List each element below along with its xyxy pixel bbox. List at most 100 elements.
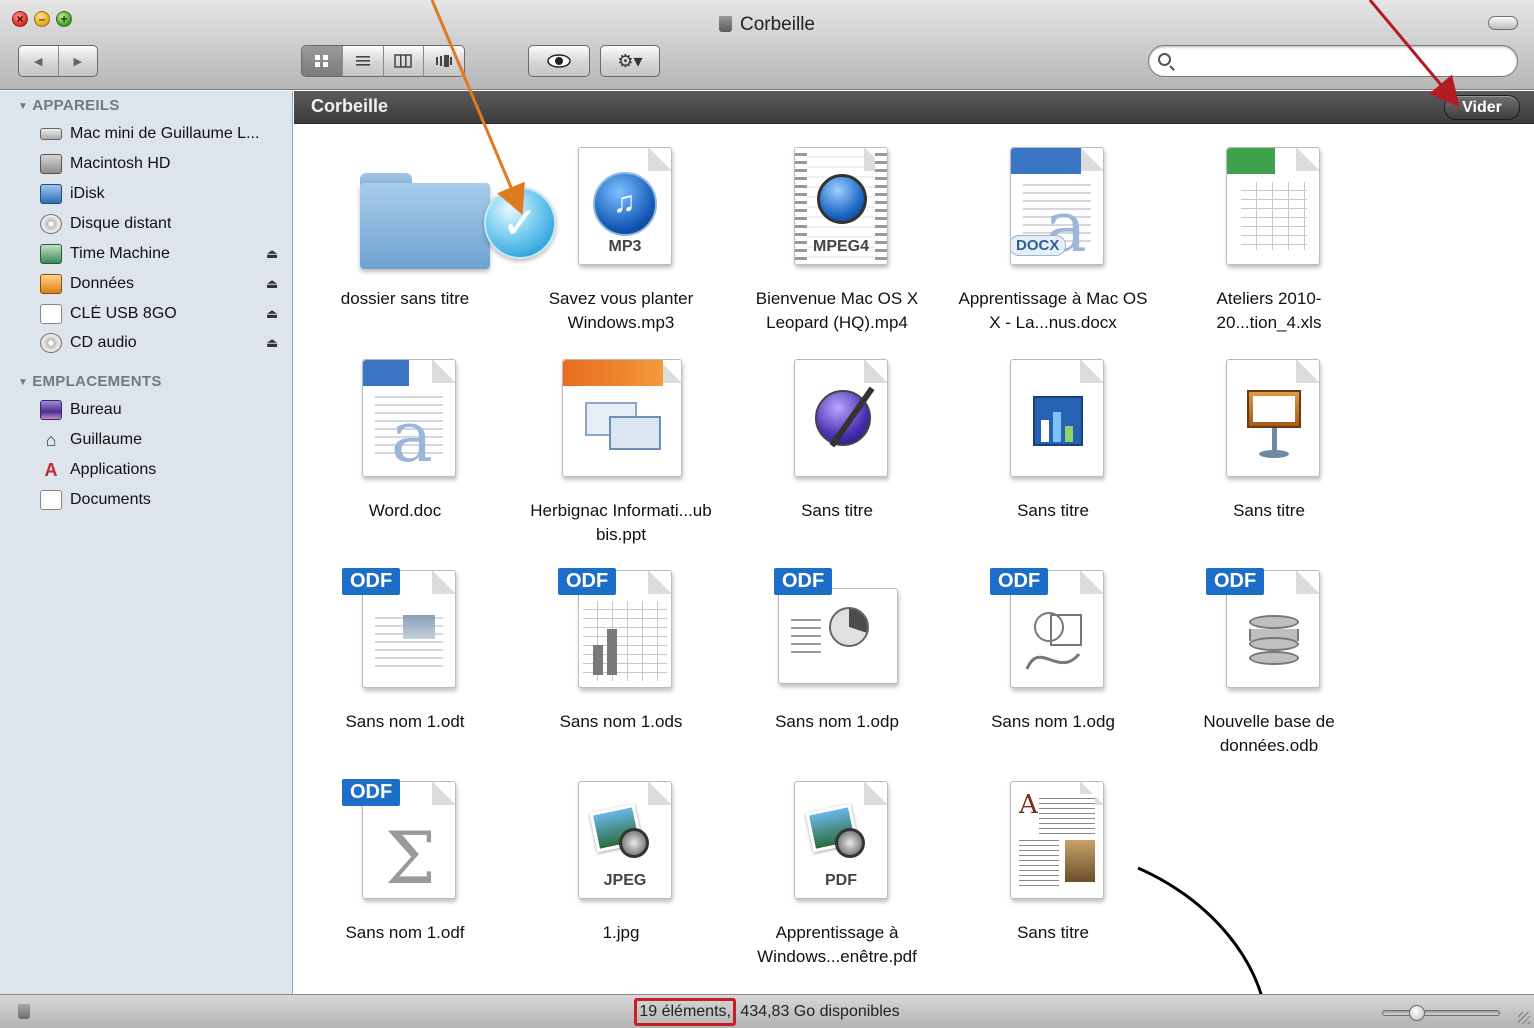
odf-badge: ODF	[1206, 568, 1265, 595]
odp-file-icon	[778, 588, 898, 684]
icon-view-button[interactable]	[302, 46, 343, 76]
file-name: Sans nom 1.odg	[991, 712, 1115, 731]
file-item-xls[interactable]: Ateliers 2010-20...tion_4.xls	[1169, 139, 1369, 335]
sidebar-item-disque-distant[interactable]: Disque distant	[40, 210, 290, 238]
quick-look-button[interactable]	[528, 45, 590, 77]
item-count: 19 éléments,	[634, 998, 736, 1026]
status-bar: 19 éléments, 434,83 Go disponibles	[0, 994, 1534, 1028]
file-name: Word.doc	[368, 501, 442, 520]
search-input[interactable]	[1179, 50, 1509, 72]
sidebar-item-cd-audio[interactable]: CD audio ⏏	[40, 329, 290, 357]
search-field[interactable]	[1148, 45, 1518, 77]
odf-badge: ODF	[990, 568, 1049, 595]
sidebar-item-label: Guillaume	[70, 431, 143, 448]
action-menu-button[interactable]: ⚙▾	[600, 45, 660, 77]
sidebar-item-label: iDisk	[70, 185, 105, 202]
sidebar-item-label: Bureau	[70, 401, 122, 418]
file-item-numbers[interactable]: Sans titre	[953, 351, 1153, 523]
odf-badge: ODF	[342, 779, 401, 806]
forward-button[interactable]: ▶	[59, 46, 98, 76]
eject-icon[interactable]: ⏏	[266, 276, 278, 292]
file-item-keynote[interactable]: Sans titre	[1169, 351, 1369, 523]
sidebar-item-cle-usb[interactable]: CLÉ USB 8GO ⏏	[40, 300, 290, 328]
file-item-odf[interactable]: Σ ODF Sans nom 1.odf	[305, 773, 505, 945]
numbers-file-icon	[1010, 359, 1104, 477]
file-item-pages[interactable]: A Sans titre	[953, 773, 1153, 945]
eject-icon[interactable]: ⏏	[266, 335, 278, 351]
empty-trash-button[interactable]: Vider	[1444, 95, 1520, 120]
icon-size-slider[interactable]	[1382, 1005, 1500, 1021]
file-item-odt[interactable]: ODF Sans nom 1.odt	[305, 562, 505, 734]
word-docx-file-icon: a DOCX	[1010, 147, 1104, 265]
file-name: Apprentissage à Windows...enêtre.pdf	[757, 923, 917, 966]
eject-icon[interactable]: ⏏	[266, 246, 278, 262]
desktop-icon	[40, 400, 62, 420]
file-name: Nouvelle base de données.odb	[1203, 712, 1335, 755]
file-name: Sans nom 1.ods	[559, 712, 683, 731]
cd-icon	[40, 333, 62, 353]
documents-icon	[40, 490, 62, 510]
file-item-odg[interactable]: ODF Sans nom 1.odg	[953, 562, 1153, 734]
sidebar-item-bureau[interactable]: Bureau	[40, 396, 290, 424]
pen-document-icon	[794, 359, 888, 477]
keynote-file-icon	[1226, 359, 1320, 477]
odf-badge: ODF	[558, 568, 617, 595]
sidebar-item-label: CLÉ USB 8GO	[70, 305, 177, 322]
file-item-mp3[interactable]: ♫ MP3 ✓ Savez vous planter Windows.mp3	[484, 139, 721, 335]
eye-icon	[529, 46, 589, 76]
devices-section-header[interactable]: ▼ APPAREILS	[18, 97, 120, 114]
path-bar: Corbeille Vider	[294, 91, 1534, 124]
sidebar-item-label: Documents	[70, 491, 151, 508]
file-item-folder[interactable]: dossier sans titre	[305, 139, 505, 311]
eject-icon[interactable]: ⏏	[266, 306, 278, 322]
hard-drive-icon	[40, 154, 62, 174]
coverflow-view-button[interactable]	[424, 46, 464, 76]
file-item-mp4[interactable]: MPEG4 Bienvenue Mac OS X Leopard (HQ).mp…	[737, 139, 937, 335]
excel-file-icon	[1226, 147, 1320, 265]
columns-icon	[394, 54, 413, 68]
sidebar-item-idisk[interactable]: iDisk	[40, 180, 290, 208]
file-item-docx[interactable]: a DOCX Apprentissage à Mac OS X - La...n…	[953, 139, 1153, 335]
file-item-doc[interactable]: a Word.doc	[305, 351, 505, 523]
time-machine-icon	[40, 244, 62, 264]
file-item-pages-doc[interactable]: Sans titre	[737, 351, 937, 523]
file-name: Savez vous planter Windows.mp3	[548, 289, 694, 332]
sidebar-item-time-machine[interactable]: Time Machine ⏏	[40, 240, 290, 268]
file-name: 1.jpg	[602, 923, 640, 942]
resize-grip[interactable]	[1518, 1012, 1530, 1024]
sidebar-item-donnees[interactable]: Données ⏏	[40, 270, 290, 298]
file-item-ppt[interactable]: Herbignac Informati...ub bis.ppt	[521, 351, 721, 547]
file-item-odp[interactable]: ODF Sans nom 1.odp	[737, 562, 937, 734]
file-item-pdf[interactable]: PDF Apprentissage à Windows...enêtre.pdf	[737, 773, 937, 969]
pages-file-icon: A	[1010, 781, 1104, 899]
powerpoint-file-icon	[562, 359, 682, 477]
file-item-jpg[interactable]: JPEG 1.jpg	[521, 773, 721, 945]
file-name: Ateliers 2010-20...tion_4.xls	[1216, 289, 1322, 332]
sidebar-item-mac-mini[interactable]: Mac mini de Guillaume L...	[40, 120, 290, 148]
mac-mini-icon	[40, 128, 62, 140]
back-button[interactable]: ◀	[19, 46, 59, 76]
window-toolbar: × – + Corbeille ◀ ▶ ⚙▾	[0, 0, 1534, 90]
file-name: Sans titre	[1017, 501, 1089, 520]
file-name: Sans nom 1.odp	[775, 712, 899, 731]
slider-knob[interactable]	[1409, 1005, 1425, 1021]
applications-icon: A	[44, 459, 58, 480]
sidebar-item-macintosh-hd[interactable]: Macintosh HD	[40, 150, 290, 178]
odf-badge: ODF	[774, 568, 833, 595]
list-view-button[interactable]	[343, 46, 384, 76]
column-view-button[interactable]	[384, 46, 425, 76]
file-name: Sans titre	[1233, 501, 1305, 520]
places-section-header[interactable]: ▼ EMPLACEMENTS	[18, 373, 162, 390]
sidebar-item-guillaume[interactable]: ⌂ Guillaume	[40, 426, 290, 454]
sidebar-item-label: CD audio	[70, 334, 137, 351]
file-name: Bienvenue Mac OS X Leopard (HQ).mp4	[755, 289, 919, 332]
file-name: Sans titre	[801, 501, 873, 520]
file-item-odb[interactable]: ODF Nouvelle base de données.odb	[1169, 562, 1369, 758]
file-item-ods[interactable]: ODF Sans nom 1.ods	[521, 562, 721, 734]
window-title: Corbeille	[0, 14, 1534, 36]
toolbar-toggle-button[interactable]	[1488, 16, 1518, 30]
sidebar-item-documents[interactable]: Documents	[40, 486, 290, 514]
remote-disc-icon	[40, 214, 62, 234]
sidebar-item-applications[interactable]: A Applications	[40, 456, 290, 484]
status-text: 19 éléments, 434,83 Go disponibles	[0, 998, 1534, 1026]
